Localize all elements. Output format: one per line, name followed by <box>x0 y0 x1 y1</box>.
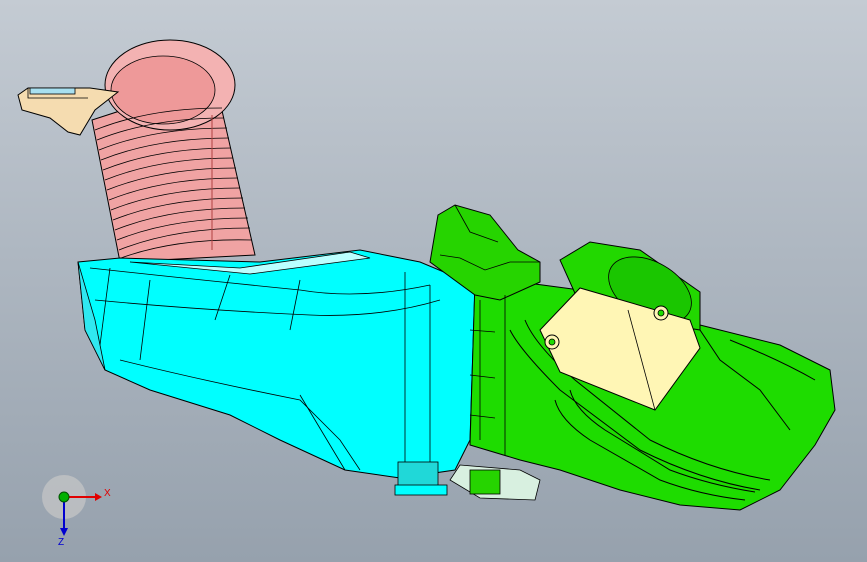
bellows-duct[interactable] <box>91 39 256 263</box>
graphics-viewport[interactable]: X Z <box>0 0 867 562</box>
cad-model[interactable]: X Z <box>0 0 867 562</box>
housing-body[interactable] <box>77 249 476 496</box>
x-arrow-head <box>95 493 102 501</box>
x-axis-label: X <box>104 488 111 499</box>
y-axis-dot <box>58 491 70 503</box>
z-arrow-head <box>60 528 68 536</box>
coordinate-triad: X Z <box>42 475 111 548</box>
z-axis-label: Z <box>58 537 64 548</box>
